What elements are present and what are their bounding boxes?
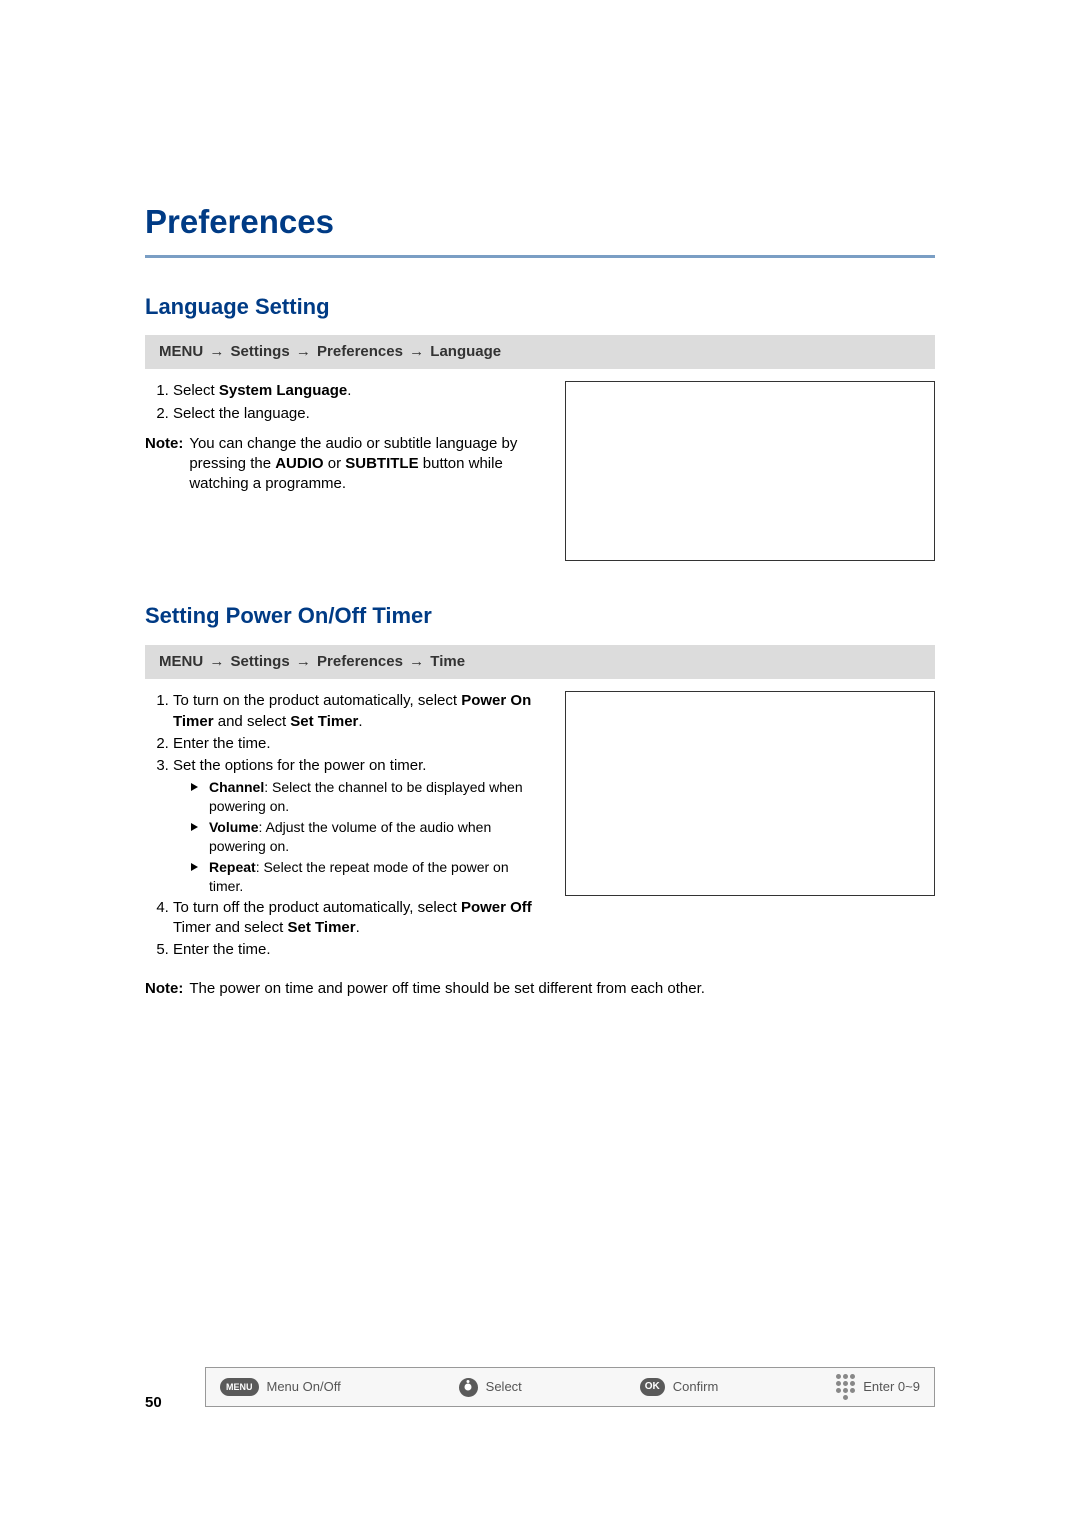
text: To turn on the product automatically, se… — [173, 692, 461, 709]
remote-controls-legend: MENU Menu On/Off Select OK Confirm Enter… — [205, 1367, 935, 1407]
text: Timer and select — [173, 919, 288, 936]
strong-term: AUDIO — [275, 455, 323, 472]
chevron-right-icon: → — [207, 653, 226, 670]
crumb: Language — [430, 343, 501, 360]
chevron-right-icon: → — [294, 343, 313, 360]
legend-label: Menu On/Off — [267, 1378, 341, 1396]
chevron-right-icon: → — [407, 343, 426, 360]
crumb: Settings — [231, 653, 290, 670]
step: Select System Language. — [173, 381, 535, 401]
legend-confirm: OK Confirm — [640, 1378, 719, 1396]
step: To turn on the product automatically, se… — [173, 691, 535, 732]
list-item: Repeat: Select the repeat mode of the po… — [191, 858, 535, 896]
breadcrumb-time: MENU → Settings → Preferences → Time — [145, 645, 935, 679]
strong-term: Repeat — [209, 859, 256, 875]
legend-select: Select — [459, 1378, 522, 1397]
timer-steps: To turn on the product automatically, se… — [145, 691, 535, 960]
text: To turn off the product automatically, s… — [173, 899, 461, 916]
chevron-right-icon: → — [207, 343, 226, 360]
manual-page: Preferences Language Setting MENU → Sett… — [0, 0, 1080, 999]
crumb: Preferences — [317, 653, 403, 670]
legend-label: Confirm — [673, 1378, 719, 1396]
strong-term: System Language — [219, 382, 347, 399]
page-number: 50 — [145, 1393, 162, 1413]
crumb: Time — [430, 653, 465, 670]
text: Set the options for the power on timer. — [173, 757, 426, 774]
list-item: Volume: Adjust the volume of the audio w… — [191, 818, 535, 856]
note-text: You can change the audio or subtitle lan… — [189, 434, 535, 495]
text: . — [356, 919, 360, 936]
strong-term: Power Off — [461, 899, 532, 916]
legend-numeric: Enter 0~9 — [836, 1374, 920, 1400]
text: Select — [173, 382, 219, 399]
text: or — [324, 455, 346, 472]
chevron-right-icon: → — [294, 653, 313, 670]
legend-label: Enter 0~9 — [863, 1378, 920, 1396]
ok-button-icon: OK — [640, 1378, 665, 1396]
section-timer-body: To turn on the product automatically, se… — [145, 691, 935, 970]
crumb: MENU — [159, 343, 203, 360]
crumb: Settings — [231, 343, 290, 360]
chevron-right-icon: → — [407, 653, 426, 670]
keypad-icon — [836, 1374, 855, 1400]
page-footer: 50 MENU Menu On/Off Select OK Confirm En… — [145, 1367, 935, 1407]
dpad-icon — [459, 1378, 478, 1397]
screenshot-time — [565, 691, 935, 896]
step: Select the language. — [173, 404, 535, 424]
strong-term: Set Timer — [288, 919, 356, 936]
legend-label: Select — [486, 1378, 522, 1396]
crumb: Preferences — [317, 343, 403, 360]
step: Enter the time. — [173, 940, 535, 960]
section-language-body: Select System Language. Select the langu… — [145, 381, 935, 561]
note-timer: Note: The power on time and power off ti… — [145, 979, 935, 999]
breadcrumb-language: MENU → Settings → Preferences → Language — [145, 335, 935, 369]
strong-term: Set Timer — [290, 713, 358, 730]
note-language: Note: You can change the audio or subtit… — [145, 434, 535, 495]
text: . — [358, 713, 362, 730]
language-steps: Select System Language. Select the langu… — [145, 381, 535, 424]
step: Set the options for the power on timer. … — [173, 756, 535, 896]
step: To turn off the product automatically, s… — [173, 898, 535, 939]
list-item: Channel: Select the channel to be displa… — [191, 778, 535, 816]
strong-term: Channel — [209, 779, 264, 795]
section-language-title: Language Setting — [145, 292, 935, 322]
crumb: MENU — [159, 653, 203, 670]
step: Enter the time. — [173, 734, 535, 754]
note-label: Note: — [145, 979, 183, 999]
text: and select — [214, 713, 291, 730]
note-label: Note: — [145, 434, 183, 495]
menu-button-icon: MENU — [220, 1378, 259, 1396]
section-timer-title: Setting Power On/Off Timer — [145, 601, 935, 631]
strong-term: SUBTITLE — [345, 455, 418, 472]
note-text: The power on time and power off time sho… — [189, 979, 705, 999]
page-title: Preferences — [145, 200, 935, 258]
strong-term: Volume — [209, 819, 259, 835]
timer-options: Channel: Select the channel to be displa… — [173, 778, 535, 895]
screenshot-language — [565, 381, 935, 561]
text: . — [347, 382, 351, 399]
legend-menu: MENU Menu On/Off — [220, 1378, 341, 1396]
